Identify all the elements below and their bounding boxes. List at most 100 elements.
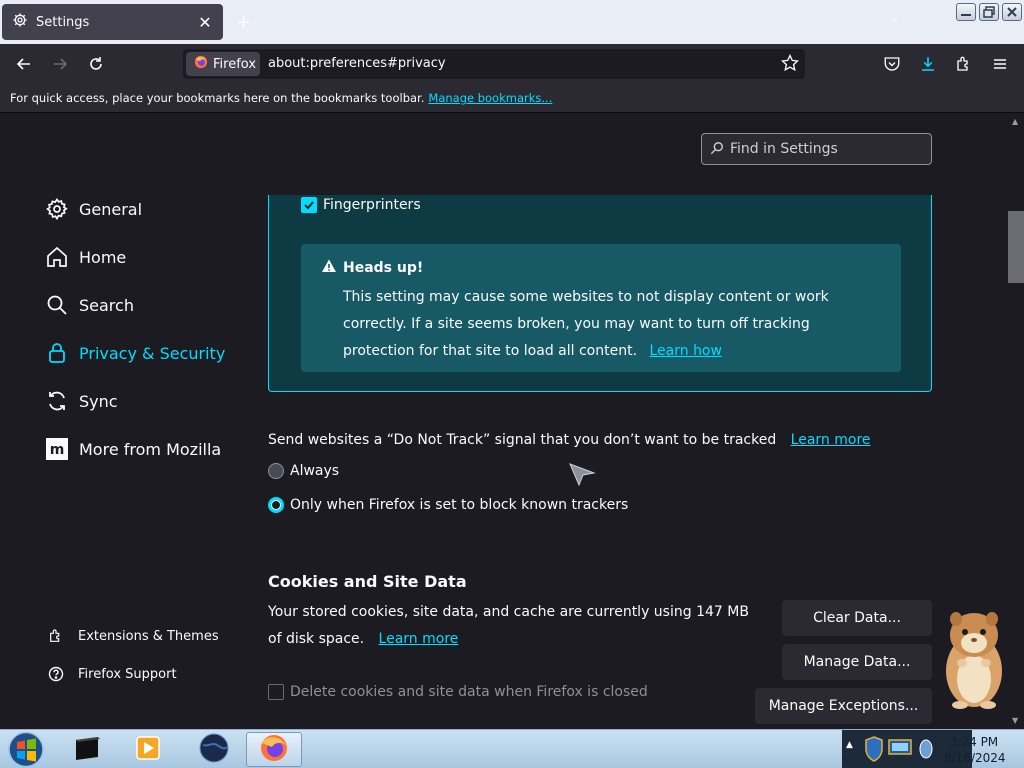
puzzle-icon	[46, 628, 66, 644]
help-icon	[46, 666, 66, 682]
url-bar[interactable]: Firefox about:preferences#privacy	[183, 49, 805, 79]
manage-data-button[interactable]: Manage Data...	[782, 644, 932, 680]
footer-link-label: Extensions & Themes	[78, 628, 219, 644]
minimize-icon[interactable]	[956, 3, 976, 21]
clock-time: 3:24 PM	[949, 735, 999, 749]
scroll-up-icon[interactable]: ▲	[1012, 117, 1018, 126]
close-icon[interactable]	[1002, 3, 1022, 21]
taskbar-clock[interactable]: 3:24 PM 8/16/2024	[944, 734, 1006, 766]
forward-arrow-icon[interactable]	[48, 52, 72, 76]
scroll-down-icon[interactable]: ▼	[1012, 716, 1018, 725]
warning-icon	[321, 258, 337, 278]
category-more-from-mozilla[interactable]: m More from Mozilla	[44, 433, 221, 465]
tray-monitor-icon[interactable]	[888, 739, 912, 763]
back-arrow-icon[interactable]	[12, 52, 36, 76]
taskbar: ▲ 3:24 PM 8/16/2024	[0, 729, 1024, 768]
settings-page: General Home Search Privacy & Security S…	[0, 113, 1008, 729]
bookmarks-toolbar-message: For quick access, place your bookmarks h…	[10, 91, 425, 105]
globe-icon	[199, 733, 229, 767]
footer-link-label: Firefox Support	[78, 666, 177, 682]
dnt-text: Send websites a “Do Not Track” signal th…	[268, 432, 777, 448]
url-text[interactable]: about:preferences#privacy	[268, 56, 446, 71]
tray-shield-icon[interactable]	[864, 736, 884, 766]
manage-exceptions-button[interactable]: Manage Exceptions...	[755, 688, 932, 724]
firefox-support-link[interactable]: Firefox Support	[46, 662, 177, 686]
download-icon[interactable]	[916, 52, 940, 76]
extensions-themes-link[interactable]: Extensions & Themes	[46, 624, 219, 648]
windows-start-icon[interactable]	[6, 731, 46, 768]
category-privacy-security[interactable]: Privacy & Security	[44, 337, 225, 369]
do-not-track-description: Send websites a “Do Not Track” signal th…	[268, 432, 871, 448]
taskbar-app-terminal[interactable]	[60, 732, 116, 767]
pocket-icon[interactable]	[880, 52, 904, 76]
page-scrollbar[interactable]: ▲ ▼	[1008, 113, 1024, 729]
home-icon	[44, 244, 70, 270]
dnt-option-only-when-blocking[interactable]: Only when Firefox is set to block known …	[268, 497, 628, 513]
mozilla-icon: m	[44, 436, 70, 462]
menu-icon[interactable]	[988, 52, 1012, 76]
search-icon	[44, 292, 70, 318]
category-general[interactable]: General	[44, 193, 142, 225]
category-label: Search	[79, 295, 134, 315]
search-input[interactable]	[730, 141, 920, 157]
tab-settings[interactable]: Settings ✕	[2, 4, 223, 40]
taskbar-app-firefox[interactable]	[246, 732, 302, 767]
taskbar-app-globe[interactable]	[186, 732, 242, 767]
svg-text:m: m	[50, 442, 65, 458]
tray-network-icon[interactable]	[918, 738, 934, 764]
plus-icon[interactable]: +	[236, 12, 251, 33]
delete-on-close-checkbox[interactable]	[268, 684, 284, 700]
heads-up-text: This setting may cause some websites to …	[343, 289, 829, 359]
category-search[interactable]: Search	[44, 289, 134, 321]
extensions-icon[interactable]	[952, 52, 976, 76]
heads-up-warning: Heads up! This setting may cause some we…	[301, 244, 901, 372]
search-icon	[710, 140, 724, 159]
fingerprinters-option[interactable]: Fingerprinters	[301, 197, 421, 213]
category-sync[interactable]: Sync	[44, 385, 118, 417]
fingerprinters-checkbox[interactable]	[301, 197, 317, 213]
mouse-cursor-icon	[568, 461, 596, 491]
category-label: Privacy & Security	[79, 343, 226, 363]
clear-data-button[interactable]: Clear Data...	[782, 600, 932, 636]
radio-only-when-blocking[interactable]	[268, 497, 284, 513]
tab-bar: Settings ✕ + ⌄	[0, 0, 1024, 44]
sync-icon	[44, 388, 70, 414]
scroll-thumb[interactable]	[1008, 211, 1024, 283]
heads-up-title: Heads up!	[343, 260, 424, 276]
cookies-section-title: Cookies and Site Data	[268, 572, 467, 591]
dnt-learn-more-link[interactable]: Learn more	[791, 432, 871, 448]
dnt-option-always[interactable]: Always	[268, 463, 339, 479]
firefox-icon	[259, 733, 289, 767]
cookies-learn-more-link[interactable]: Learn more	[379, 631, 459, 647]
terminal-icon	[73, 734, 103, 766]
chevron-down-icon[interactable]: ⌄	[890, 10, 900, 24]
maximize-icon[interactable]	[979, 3, 999, 21]
tab-title: Settings	[36, 14, 90, 30]
clock-date: 8/16/2024	[944, 751, 1006, 765]
radio-always[interactable]	[268, 463, 284, 479]
close-icon[interactable]: ✕	[197, 13, 213, 32]
star-icon[interactable]	[780, 53, 800, 76]
cookies-usage: Your stored cookies, site data, and cach…	[268, 604, 749, 647]
learn-how-link[interactable]: Learn how	[649, 343, 721, 359]
fingerprinters-label: Fingerprinters	[323, 197, 421, 213]
find-in-settings[interactable]	[701, 133, 932, 165]
category-home[interactable]: Home	[44, 241, 126, 273]
category-label: Sync	[79, 391, 118, 411]
category-label: Home	[79, 247, 127, 267]
category-label: More from Mozilla	[79, 439, 222, 459]
gear-icon	[44, 196, 70, 222]
hamster-mascot-icon	[940, 605, 1006, 715]
tray-expand-icon[interactable]: ▲	[846, 740, 853, 750]
navigation-toolbar: Firefox about:preferences#privacy	[0, 44, 1024, 84]
radio-label: Always	[290, 463, 340, 479]
bookmarks-toolbar: For quick access, place your bookmarks h…	[0, 84, 1024, 113]
identity-label: Firefox	[213, 56, 257, 72]
taskbar-app-media-player[interactable]	[120, 732, 176, 767]
firefox-icon	[194, 55, 208, 73]
reload-icon[interactable]	[84, 52, 108, 76]
cookies-usage-text: Your stored cookies, site data, and cach…	[268, 599, 758, 653]
delete-on-close-option[interactable]: Delete cookies and site data when Firefo…	[268, 684, 648, 700]
identity-box[interactable]: Firefox	[186, 52, 260, 76]
manage-bookmarks-link[interactable]: Manage bookmarks...	[428, 91, 552, 105]
